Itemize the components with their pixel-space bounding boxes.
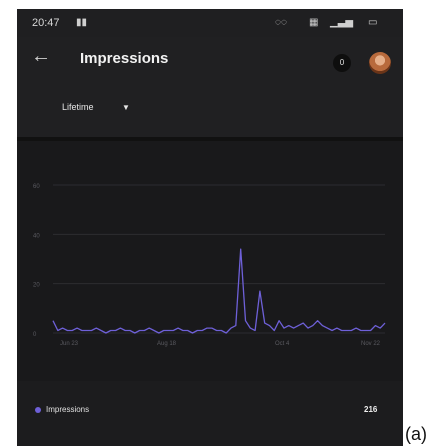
notification-badge[interactable]: 0	[333, 54, 351, 72]
page-title: Impressions	[80, 50, 169, 67]
legend-label: Impressions	[46, 405, 90, 414]
x-tick-label: Jun 23	[60, 341, 79, 347]
back-arrow-icon[interactable]: ←	[31, 45, 51, 68]
chevron-down-icon[interactable]: ▼	[122, 103, 130, 112]
y-tick-label: 0	[33, 332, 37, 338]
status-time: 20:47	[32, 17, 60, 29]
impressions-chart: 60 40 20 0 Jun 23 Aug 18 Oct 4 Nov 22	[33, 184, 386, 347]
wifi-icon: ▦	[309, 17, 319, 28]
figure-caption: (a)	[405, 424, 427, 444]
y-tick-label: 60	[33, 184, 40, 190]
series-line-impressions	[52, 248, 386, 334]
app-bar: ← Impressions 0	[17, 37, 403, 79]
y-tick-label: 40	[33, 233, 40, 239]
battery-icon: ▭	[368, 17, 378, 28]
notification-icon: ▮▮	[76, 17, 88, 28]
legend-total: 216	[364, 405, 378, 414]
x-tick-label: Oct 4	[275, 341, 290, 347]
date-range-dropdown[interactable]: Lifetime	[62, 102, 94, 112]
x-tick-label: Aug 18	[157, 341, 177, 347]
phone-screen: 20:47 ▮▮ ◌◌ ▦ ▁▃▅ ▭ ← Impressions 0 Life…	[17, 9, 403, 446]
avatar[interactable]	[369, 52, 391, 74]
signal-icon: ▁▃▅	[330, 17, 354, 28]
x-tick-label: Nov 22	[361, 341, 381, 347]
legend-swatch	[35, 407, 41, 413]
alarm-icon: ◌◌	[275, 17, 287, 28]
y-tick-label: 20	[33, 283, 40, 289]
status-bar: 20:47 ▮▮ ◌◌ ▦ ▁▃▅ ▭	[17, 9, 403, 37]
